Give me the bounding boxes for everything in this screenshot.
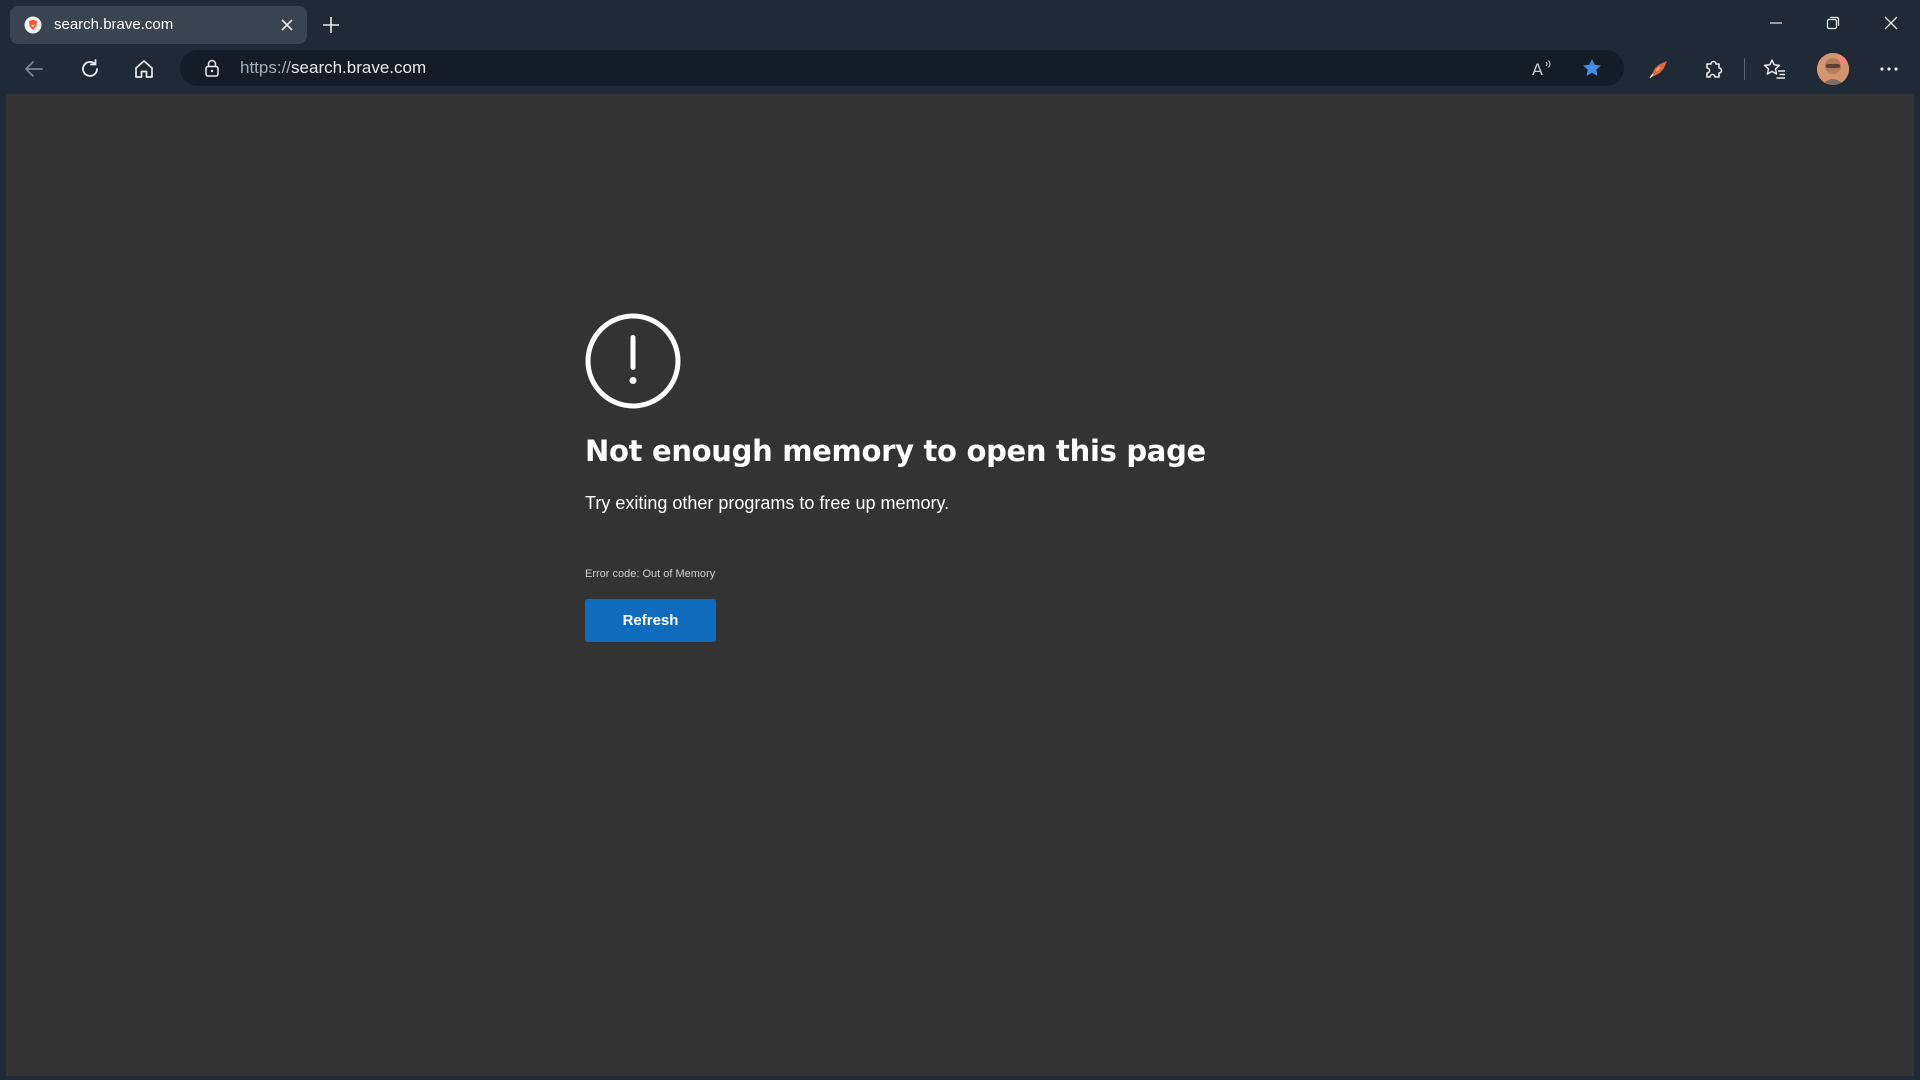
extensions-puzzle-icon[interactable] bbox=[1698, 53, 1730, 85]
toolbar: https://search.brave.com A bbox=[0, 48, 1920, 90]
tab-close-icon[interactable] bbox=[277, 15, 297, 35]
tab-strip: search.brave.com bbox=[0, 0, 1920, 48]
toolbar-separator bbox=[1744, 58, 1745, 80]
lock-icon[interactable] bbox=[202, 58, 222, 78]
extension-rocket-icon[interactable] bbox=[1643, 53, 1675, 85]
error-code: Error code: Out of Memory bbox=[585, 568, 716, 580]
error-exclamation-icon bbox=[585, 313, 681, 409]
read-aloud-icon[interactable]: A bbox=[1527, 53, 1557, 83]
refresh-icon[interactable] bbox=[74, 53, 106, 85]
new-tab-plus-icon[interactable] bbox=[318, 12, 344, 38]
error-subtext: Try exiting other programs to free up me… bbox=[585, 493, 950, 513]
page-content: Not enough memory to open this page Try … bbox=[6, 94, 1914, 1076]
svg-text:A: A bbox=[1532, 60, 1543, 78]
tab-title: search.brave.com bbox=[54, 16, 174, 33]
favorites-list-icon[interactable] bbox=[1759, 53, 1791, 85]
refresh-button[interactable]: Refresh bbox=[585, 599, 716, 642]
brave-lion-icon bbox=[24, 16, 42, 34]
favorite-star-icon[interactable] bbox=[1577, 53, 1607, 83]
more-icon[interactable] bbox=[1873, 53, 1905, 85]
minimize-icon[interactable] bbox=[1756, 8, 1796, 38]
url-scheme: https:// bbox=[240, 58, 292, 77]
restore-icon[interactable] bbox=[1813, 8, 1853, 38]
profile-avatar[interactable] bbox=[1817, 53, 1849, 85]
error-block: Not enough memory to open this page Try … bbox=[585, 313, 1305, 642]
close-icon[interactable] bbox=[1871, 8, 1911, 38]
address-bar[interactable]: https://search.brave.com A bbox=[180, 50, 1624, 86]
url-host: search.brave.com bbox=[291, 58, 427, 77]
home-icon[interactable] bbox=[128, 53, 160, 85]
tab-active[interactable]: search.brave.com bbox=[10, 6, 307, 44]
back-icon[interactable] bbox=[18, 53, 50, 85]
url-text[interactable]: https://search.brave.com bbox=[240, 50, 426, 86]
error-heading: Not enough memory to open this page bbox=[585, 434, 1206, 468]
